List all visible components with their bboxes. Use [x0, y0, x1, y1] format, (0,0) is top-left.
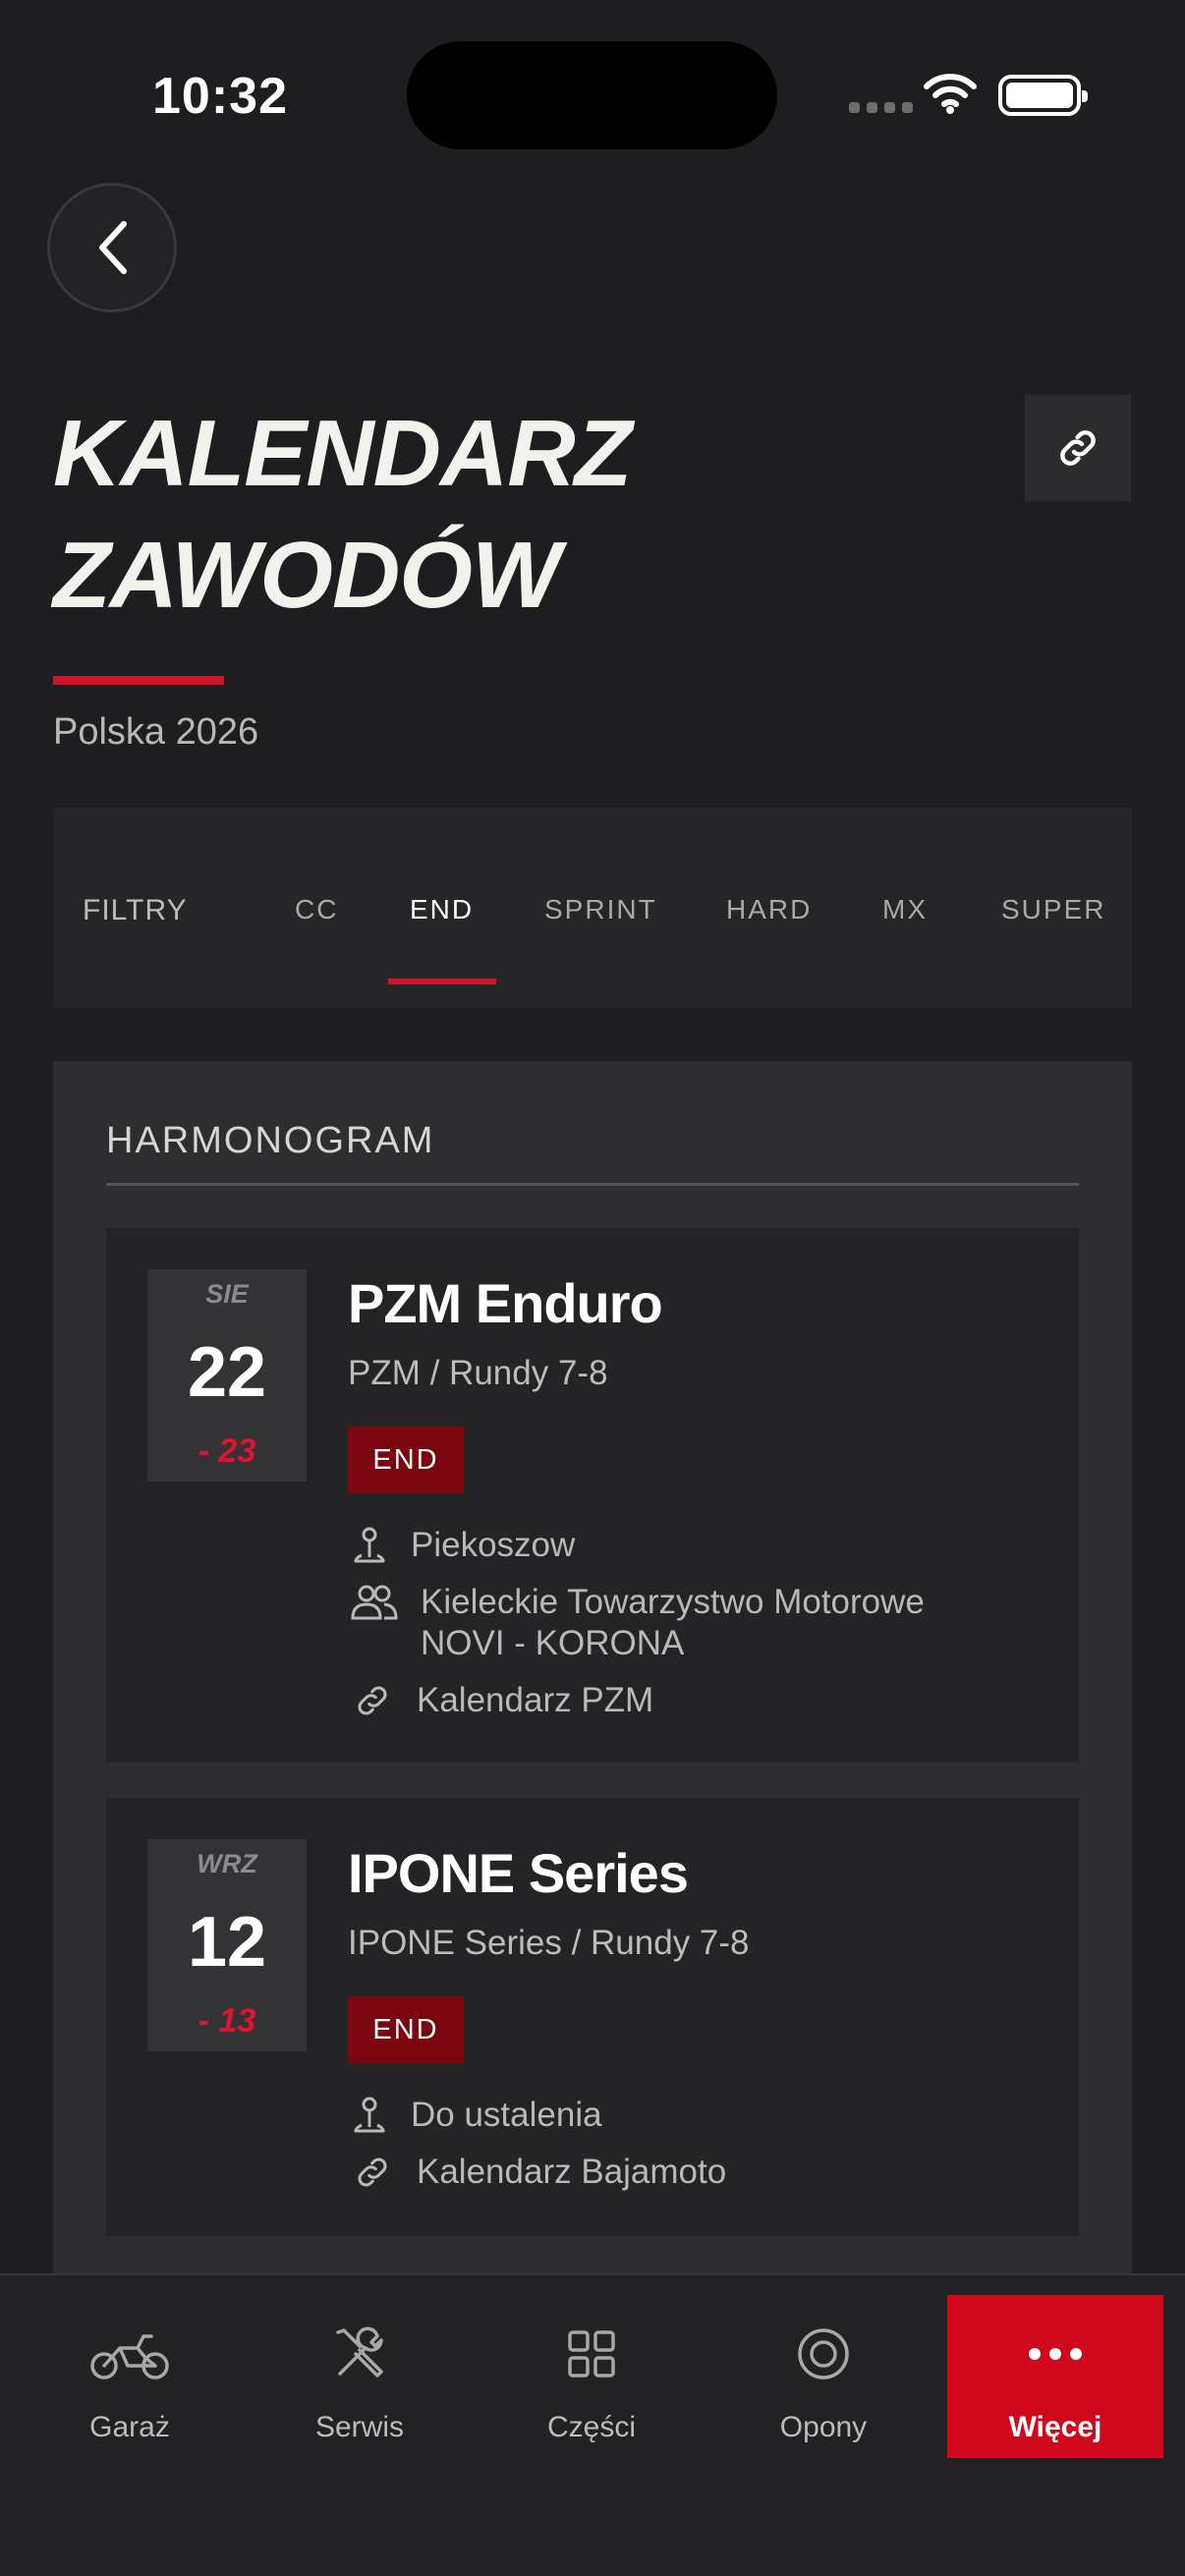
nav-label: Serwis [314, 2411, 404, 2443]
location-pin-icon [348, 2095, 391, 2136]
event-category-badge: END [348, 1996, 464, 2063]
event-organizer-text: Kieleckie Towarzystwo Motorowe NOVI - KO… [421, 1582, 925, 1664]
status-time: 10:32 [152, 68, 288, 125]
schedule-section: HARMONOGRAM SIE 22 - 23 PZM Enduro PZM /… [53, 1061, 1132, 2299]
tire-icon [715, 2324, 931, 2383]
event-card[interactable]: SIE 22 - 23 PZM Enduro PZM / Rundy 7-8 E… [106, 1228, 1079, 1763]
event-organizer-line2: NOVI - KORONA [421, 1624, 685, 1662]
event-title: PZM Enduro [348, 1272, 663, 1334]
tab-hard[interactable]: HARD [726, 894, 812, 925]
tab-super[interactable]: SUPER [1001, 894, 1105, 925]
tab-mx[interactable]: MX [882, 894, 928, 925]
tab-end[interactable]: END [410, 894, 474, 925]
more-dots-icon [947, 2324, 1163, 2383]
wrench-screwdriver-icon [252, 2324, 468, 2383]
link-icon [348, 2152, 397, 2193]
title-underline [53, 676, 224, 685]
event-organizer: Kieleckie Towarzystwo Motorowe NOVI - KO… [348, 1582, 925, 1664]
nav-label: Garaż [89, 2411, 170, 2443]
page-title-line1: KALENDARZ [53, 401, 632, 506]
dynamic-island [407, 41, 777, 149]
event-location: Do ustalenia [348, 2095, 602, 2136]
event-card[interactable]: WRZ 12 - 13 IPONE Series IPONE Series / … [106, 1798, 1079, 2236]
bottom-nav: Garaż Serwis Części Opony Więcej [0, 2273, 1185, 2576]
location-pin-icon [348, 1525, 391, 1566]
event-calendar-link-text[interactable]: Kalendarz PZM [417, 1680, 653, 1721]
users-icon [348, 1582, 401, 1623]
link-icon [348, 1680, 397, 1721]
event-category-badge: END [348, 1427, 464, 1493]
event-location-text: Piekoszow [411, 1526, 576, 1564]
event-location: Piekoszow [348, 1525, 575, 1566]
battery-icon [998, 75, 1088, 116]
event-calendar-link[interactable]: Kalendarz Bajamoto [348, 2152, 726, 2193]
filters-label: FILTRY [83, 894, 188, 926]
event-organizer-line1: Kieleckie Towarzystwo Motorowe [421, 1583, 925, 1621]
filter-bar: FILTRY CC END SPRINT HARD MX SUPER [53, 808, 1132, 1008]
page-title: KALENDARZ ZAWODÓW [53, 393, 839, 637]
event-title: IPONE Series [348, 1842, 689, 1904]
event-end-day: - 23 [198, 1432, 256, 1470]
nav-more[interactable]: Więcej [947, 2295, 1163, 2458]
event-month: SIE [205, 1279, 249, 1309]
event-calendar-link[interactable]: Kalendarz PZM [348, 1680, 653, 1721]
page-subtitle: Polska 2026 [53, 711, 259, 753]
event-date: SIE 22 - 23 [147, 1269, 307, 1482]
chevron-left-icon [99, 221, 127, 274]
cellular-signal-icon [849, 102, 913, 113]
share-link-button[interactable] [1025, 395, 1131, 501]
tab-cc[interactable]: CC [295, 894, 338, 925]
motorcycle-icon [22, 2324, 238, 2383]
event-subtitle: IPONE Series / Rundy 7-8 [348, 1924, 750, 1962]
event-month: WRZ [197, 1849, 257, 1878]
event-calendar-link-text[interactable]: Kalendarz Bajamoto [417, 2152, 726, 2193]
schedule-title: HARMONOGRAM [106, 1120, 435, 1161]
app-screen: 10:32 KALENDARZ ZAWODÓW Polska 2026 FILT… [0, 0, 1185, 2576]
event-day: 22 [187, 1333, 267, 1412]
link-icon [1060, 430, 1096, 466]
nav-service[interactable]: Serwis [252, 2295, 468, 2458]
tab-sprint[interactable]: SPRINT [544, 894, 657, 925]
nav-label: Więcej [1008, 2411, 1102, 2443]
nav-label: Opony [779, 2411, 868, 2443]
nav-tires[interactable]: Opony [715, 2295, 931, 2458]
event-location-text: Do ustalenia [411, 2096, 602, 2134]
schedule-divider [106, 1183, 1079, 1186]
event-date: WRZ 12 - 13 [147, 1839, 307, 2051]
page-title-line2: ZAWODÓW [53, 523, 561, 628]
event-day: 12 [187, 1903, 267, 1982]
nav-label: Części [546, 2411, 636, 2443]
event-end-day: - 13 [198, 2002, 256, 2040]
nav-garage[interactable]: Garaż [22, 2295, 238, 2458]
wifi-icon [924, 74, 977, 114]
back-button[interactable] [47, 183, 177, 312]
grid-icon [483, 2324, 700, 2383]
active-tab-indicator [388, 979, 496, 984]
nav-parts[interactable]: Części [483, 2295, 700, 2458]
event-subtitle: PZM / Rundy 7-8 [348, 1354, 608, 1392]
